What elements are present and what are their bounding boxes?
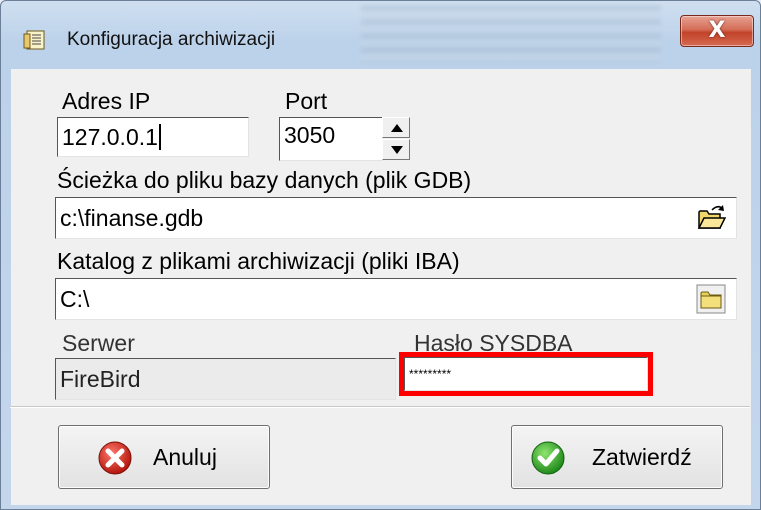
close-icon: X	[708, 18, 726, 43]
close-button[interactable]: X	[680, 15, 754, 47]
spin-down-icon	[391, 146, 403, 154]
server-field: FireBird	[55, 358, 396, 400]
port-label: Port	[285, 88, 328, 114]
title-bar-background	[361, 5, 661, 63]
button-separator	[10, 406, 750, 408]
spin-up-icon	[391, 124, 403, 132]
confirm-button[interactable]: Zatwierdź	[511, 425, 723, 489]
open-folder-icon[interactable]	[696, 203, 726, 233]
app-form-icon	[23, 30, 45, 50]
spin-down-button[interactable]	[382, 139, 410, 160]
ip-input-value: 127.0.0.1	[62, 124, 161, 151]
db-path-label: Ścieżka do pliku bazy danych (plik GDB)	[57, 167, 472, 193]
ip-input[interactable]: 127.0.0.1	[57, 117, 249, 157]
archive-dir-value: C:\	[60, 286, 90, 312]
confirm-button-label: Zatwierdź	[592, 444, 692, 470]
port-spinner	[382, 117, 410, 161]
port-input[interactable]: 3050	[279, 117, 383, 161]
spin-up-button[interactable]	[382, 117, 410, 138]
archive-dir-label: Katalog z plikami archiwizacji (pliki IB…	[57, 248, 460, 274]
ip-label: Adres IP	[62, 88, 151, 114]
folder-icon[interactable]	[696, 284, 726, 314]
server-label: Serwer	[62, 330, 135, 356]
port-input-value: 3050	[284, 122, 336, 148]
archive-dir-input[interactable]: C:\	[55, 278, 737, 320]
cancel-button-label: Anuluj	[153, 444, 217, 470]
window-title: Konfiguracja archiwizacji	[67, 29, 276, 50]
text-caret	[158, 124, 161, 150]
cancel-x-icon	[98, 441, 132, 475]
title-bar[interactable]: Konfiguracja archiwizacji X	[1, 1, 760, 71]
password-highlight-box	[399, 352, 653, 396]
server-value: FireBird	[60, 366, 141, 392]
confirm-check-icon	[531, 441, 565, 475]
cancel-button[interactable]: Anuluj	[58, 425, 270, 489]
db-path-input[interactable]: c:\finanse.gdb	[55, 197, 737, 239]
db-path-value: c:\finanse.gdb	[60, 205, 204, 231]
